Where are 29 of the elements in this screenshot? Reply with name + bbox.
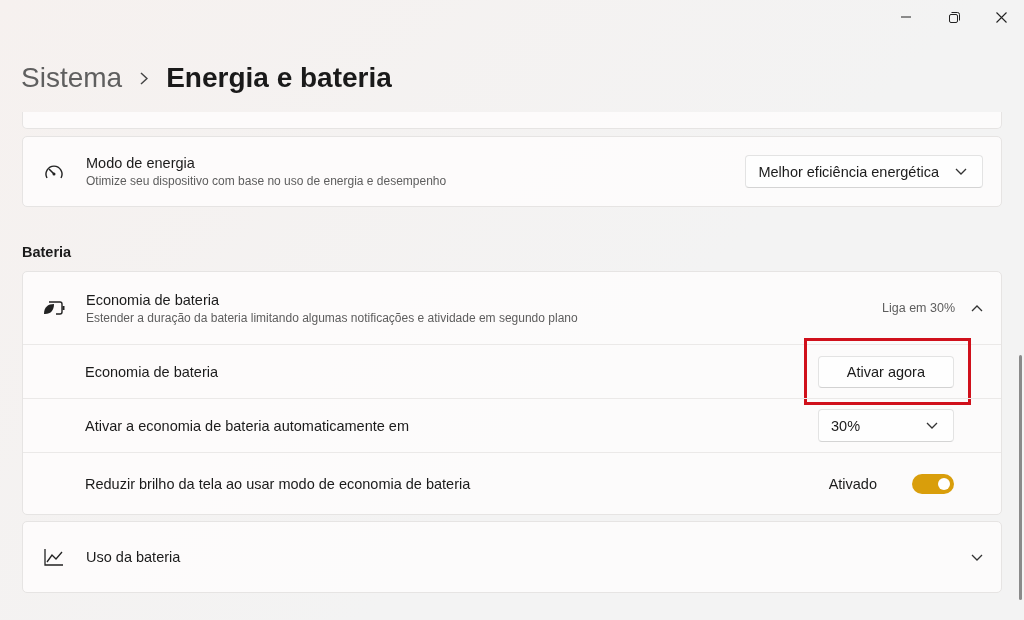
setting-title: Uso da bateria [86,549,182,565]
dropdown[interactable]: 30% [818,409,954,442]
setting-description: Otimize seu dispositivo com base no uso de energia e desempenho [86,174,448,188]
chevron-right-icon [140,71,149,85]
dropdown[interactable]: Melhor eficiência energética [745,155,983,188]
gauge-icon [44,162,64,181]
dropdown-value: Melhor eficiência energética [758,163,939,180]
setting-label: Reduzir brilho da tela ao usar modo de economia de bateria [85,475,472,492]
toggle-switch[interactable] [912,473,954,494]
section-label: Bateria [22,244,73,262]
page-title: Energia e bateria [166,62,392,94]
toggle-state: Ativado [828,475,877,492]
setting-label: Economia de bateria [85,363,219,380]
chevron-down-icon [955,168,967,175]
scrollbar-thumb[interactable] [1019,355,1022,600]
setting-description: Estender a duração da bateria limitando algumas notificações e atividade em segundo plano [86,310,579,325]
restore-icon [948,11,960,23]
activate-button[interactable]: Ativar agora [817,355,954,388]
minimize-icon [901,16,911,18]
setting-label: Ativar a economia de bateria automaticamente em [85,417,410,434]
battery-leaf-icon [43,300,65,316]
setting-title: Economia de bateria [86,291,220,308]
dropdown-value: 30% [831,417,861,434]
chevron-down-icon [926,422,938,429]
setting-title: Modo de energia [86,155,196,171]
line-chart-icon [44,548,64,566]
status-text: Liga em 30% [882,301,955,315]
close-icon [995,11,1007,23]
breadcrumb-link[interactable]: Sistema [21,62,123,94]
